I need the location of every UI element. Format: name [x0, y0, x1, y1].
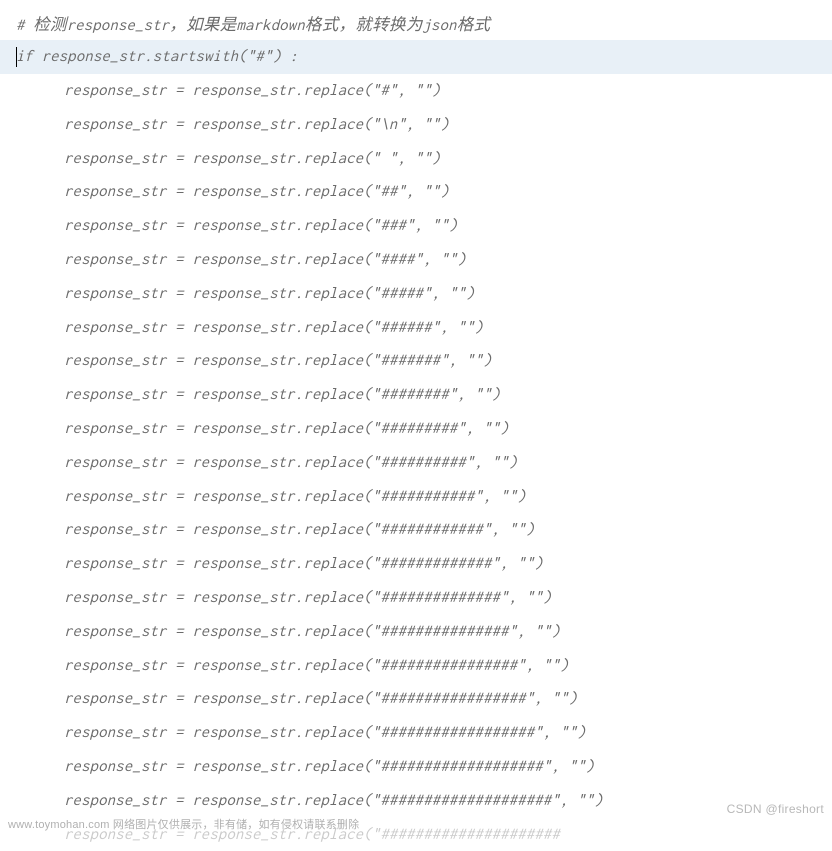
code-text: response_str = response_str.replace("###…	[64, 758, 594, 775]
code-line[interactable]: response_str = response_str.replace("###…	[0, 445, 832, 479]
code-line[interactable]: response_str = response_str.replace(" ",…	[0, 141, 832, 175]
code-line[interactable]: response_str = response_str.replace("###…	[0, 682, 832, 716]
code-text: response_str = response_str.replace("###…	[64, 657, 568, 674]
code-line[interactable]: response_str = response_str.replace("###…	[0, 276, 832, 310]
code-text: response_str = response_str.replace("###…	[64, 589, 551, 606]
code-text: response_str = response_str.replace("#",…	[64, 82, 440, 99]
code-text: if response_str.startswith("#") :	[16, 48, 298, 65]
code-text: response_str = response_str.replace("###…	[64, 386, 500, 403]
code-line[interactable]: response_str = response_str.replace("###…	[0, 547, 832, 581]
code-line[interactable]: response_str = response_str.replace("###…	[0, 243, 832, 277]
code-text: response_str = response_str.replace("###…	[64, 623, 560, 640]
code-text: response_str = response_str.replace("###…	[64, 792, 603, 809]
code-line[interactable]: response_str = response_str.replace("###…	[0, 614, 832, 648]
code-line[interactable]: response_str = response_str.replace("###…	[0, 783, 832, 817]
code-line[interactable]: response_str = response_str.replace("###…	[0, 378, 832, 412]
code-text: response_str = response_str.replace("###…	[64, 251, 466, 268]
code-line[interactable]: response_str = response_str.replace("###…	[0, 648, 832, 682]
code-line[interactable]: response_str = response_str.replace("###…	[0, 479, 832, 513]
code-line[interactable]: response_str = response_str.replace("###…	[0, 750, 832, 784]
code-text: response_str = response_str.replace(" ",…	[64, 150, 440, 167]
code-line[interactable]: response_str = response_str.replace("##"…	[0, 175, 832, 209]
code-line[interactable]: response_str = response_str.replace("###…	[0, 310, 832, 344]
code-text: # 检测response_str，如果是markdown格式，就转换为json格…	[16, 11, 490, 35]
code-line[interactable]: response_str = response_str.replace("###…	[0, 513, 832, 547]
code-text: response_str = response_str.replace("###…	[64, 521, 534, 538]
code-text: response_str = response_str.replace("##"…	[64, 183, 449, 200]
code-line[interactable]: response_str = response_str.replace("#",…	[0, 74, 832, 108]
code-line[interactable]: response_str = response_str.replace("###…	[0, 412, 832, 446]
code-text: response_str = response_str.replace("\n"…	[64, 116, 449, 133]
code-text: response_str = response_str.replace("###…	[64, 420, 509, 437]
code-text: response_str = response_str.replace("###…	[64, 319, 483, 336]
code-text: response_str = response_str.replace("###…	[64, 690, 577, 707]
code-line[interactable]: response_str = response_str.replace("\n"…	[0, 107, 832, 141]
code-line[interactable]: response_str = response_str.replace("###…	[0, 581, 832, 615]
code-line[interactable]: response_str = response_str.replace("###…	[0, 716, 832, 750]
code-editor[interactable]: # 检测response_str，如果是markdown格式，就转换为json格…	[0, 0, 832, 836]
watermark-site: www.toymohan.com 网络图片仅供展示，非有储，如有侵权请联系删除	[8, 816, 359, 832]
code-text: response_str = response_str.replace("###…	[64, 488, 526, 505]
code-text: response_str = response_str.replace("###…	[64, 217, 457, 234]
watermark-author: CSDN @fireshort	[727, 802, 824, 816]
code-text: response_str = response_str.replace("###…	[64, 454, 517, 471]
code-line[interactable]: if response_str.startswith("#") :	[0, 40, 832, 74]
code-line[interactable]: # 检测response_str，如果是markdown格式，就转换为json格…	[0, 6, 832, 40]
code-line[interactable]: response_str = response_str.replace("###…	[0, 344, 832, 378]
code-text: response_str = response_str.replace("###…	[64, 555, 543, 572]
code-text: response_str = response_str.replace("###…	[64, 724, 586, 741]
code-line[interactable]: response_str = response_str.replace("###…	[0, 209, 832, 243]
code-text: response_str = response_str.replace("###…	[64, 285, 474, 302]
code-text: response_str = response_str.replace("###…	[64, 352, 492, 369]
